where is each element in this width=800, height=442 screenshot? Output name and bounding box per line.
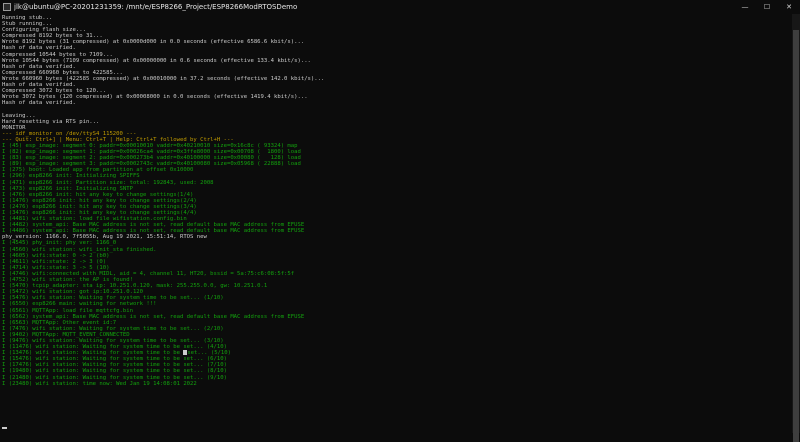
- vertical-scrollbar[interactable]: [792, 14, 800, 442]
- close-button[interactable]: ✕: [778, 0, 800, 14]
- window-title: jlk@ubuntu@PC-20201231359: /mnt/e/ESP826…: [14, 3, 298, 11]
- terminal-icon: [3, 3, 11, 11]
- terminal-output[interactable]: Running stub... Stub running... Configurin…: [2, 15, 792, 433]
- maximize-button[interactable]: ☐: [756, 0, 778, 14]
- scrollbar-thumb[interactable]: [793, 30, 799, 442]
- console-line: I (23480) wifi station: time now: Wed Ja…: [2, 380, 197, 387]
- window-titlebar: jlk@ubuntu@PC-20201231359: /mnt/e/ESP826…: [0, 0, 800, 14]
- minimize-button[interactable]: —: [734, 0, 756, 14]
- input-caret: [2, 427, 7, 429]
